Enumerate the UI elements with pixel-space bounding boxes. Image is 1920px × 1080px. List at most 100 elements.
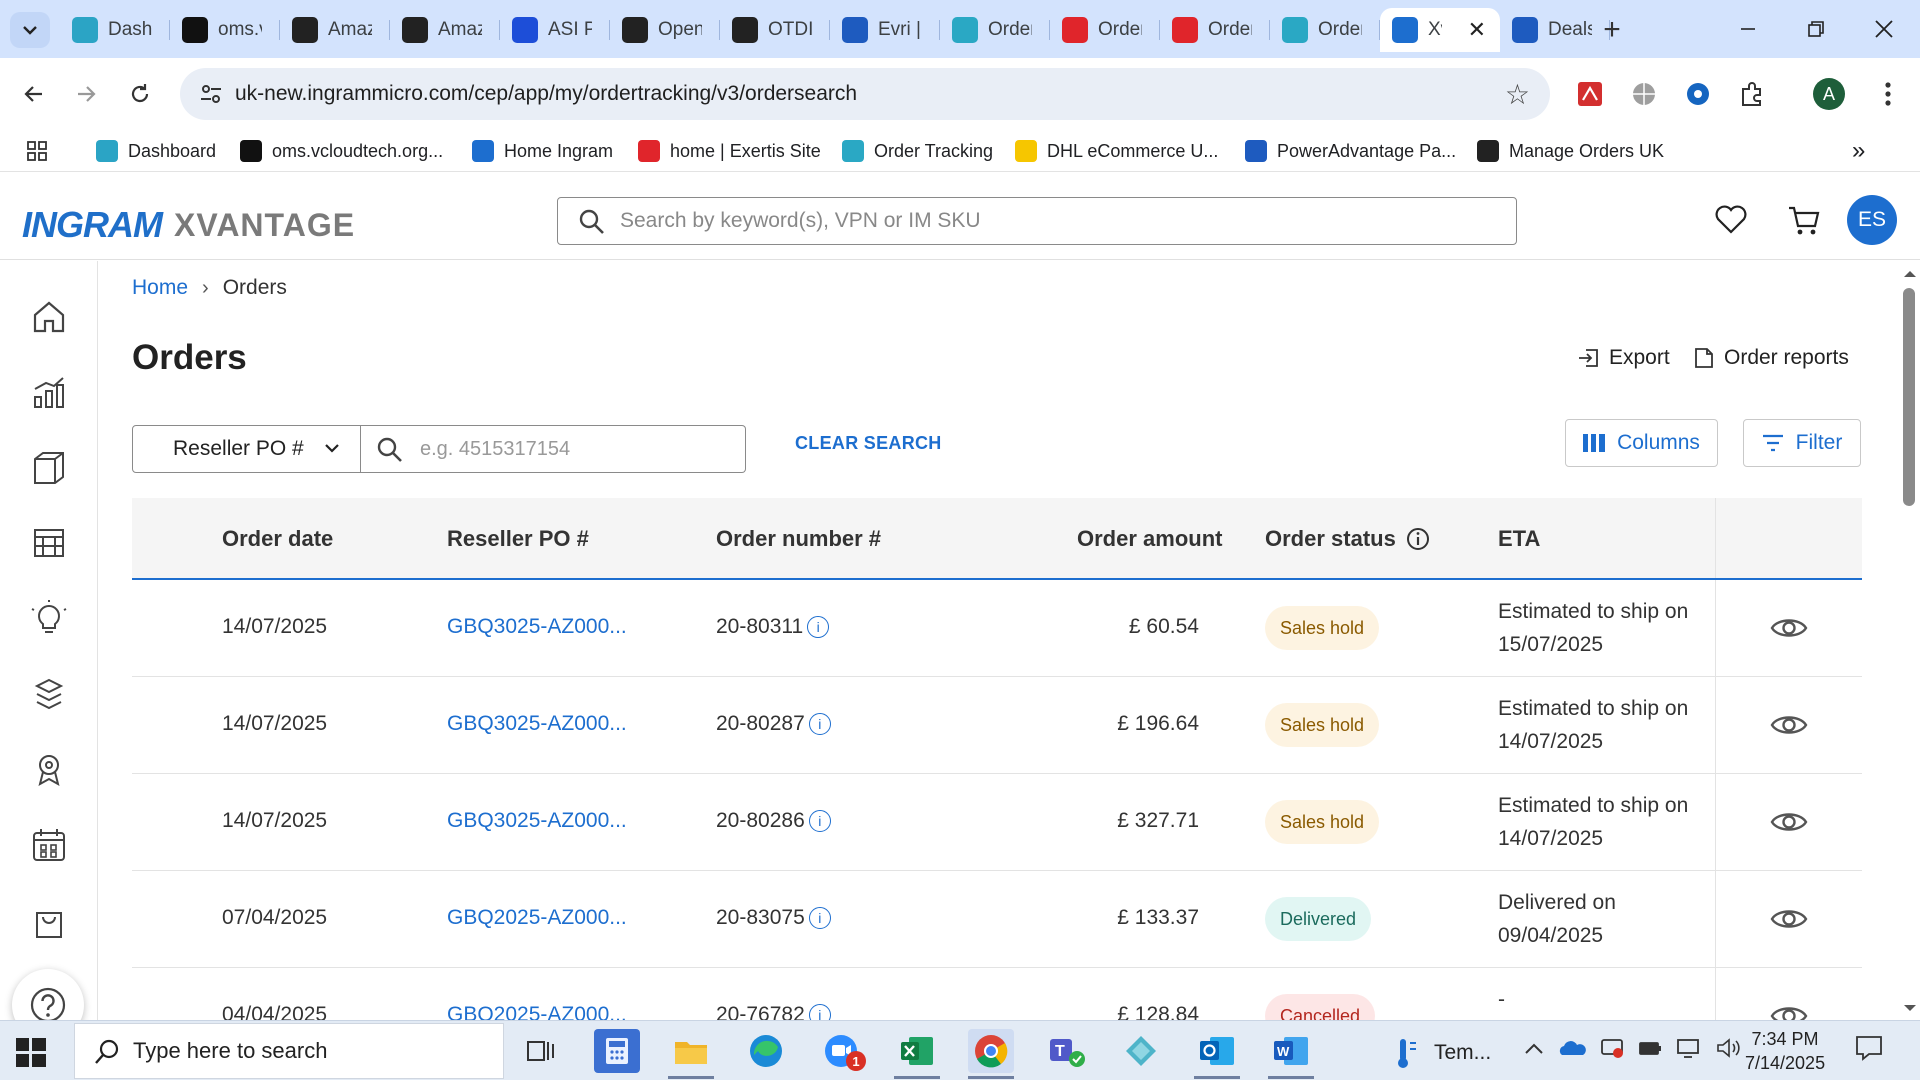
info-icon[interactable]	[1406, 527, 1430, 551]
columns-button[interactable]: Columns	[1565, 419, 1718, 467]
word-app-icon[interactable]: W	[1268, 1029, 1314, 1079]
view-order-eye-icon[interactable]	[1769, 608, 1809, 648]
tab-close-icon[interactable]: ✕	[1468, 17, 1486, 43]
table-row[interactable]: 14/07/2025 GBQ3025-AZ000... 20-80287 i £ 196…	[132, 677, 1862, 774]
analytics-chart-icon[interactable]	[29, 373, 69, 413]
pdf-extension-icon[interactable]	[1572, 76, 1608, 112]
site-info-icon[interactable]	[198, 81, 224, 107]
browser-tab[interactable]: Dashboard	[60, 8, 170, 52]
shopping-bag-icon[interactable]	[29, 901, 69, 941]
order-info-icon[interactable]: i	[808, 810, 831, 832]
taskbar-clock[interactable]: 7:34 PM 7/14/2025	[1745, 1027, 1825, 1075]
forward-button[interactable]	[66, 74, 106, 114]
task-view-icon[interactable]	[518, 1029, 564, 1073]
zoom-app-icon[interactable]: 1	[818, 1029, 866, 1073]
teams-app-icon[interactable]: T	[1044, 1029, 1090, 1073]
restore-button[interactable]	[1786, 0, 1846, 58]
security-icon[interactable]	[1600, 1037, 1624, 1059]
bookmark-item[interactable]: home | Exertis Site	[638, 136, 821, 166]
bookmark-item[interactable]: oms.vcloudtech.org...	[240, 136, 443, 166]
onedrive-cloud-icon[interactable]	[1558, 1039, 1586, 1057]
weather-widget[interactable]: Tem...	[1390, 1037, 1491, 1069]
clear-search-button[interactable]: CLEAR SEARCH	[795, 433, 942, 454]
browser-tab[interactable]: Amazon	[390, 8, 500, 52]
wishlist-heart-icon[interactable]	[1711, 200, 1751, 240]
order-search-input[interactable]	[420, 435, 720, 463]
minimize-button[interactable]	[1718, 0, 1778, 58]
reseller-po-link[interactable]: GBQ3025-AZ000...	[447, 809, 627, 833]
reseller-po-link[interactable]: GBQ3025-AZ000...	[447, 712, 627, 736]
azure-app-icon[interactable]	[1118, 1029, 1164, 1073]
battery-icon[interactable]	[1638, 1039, 1662, 1057]
reload-button[interactable]	[120, 74, 160, 114]
browser-tab[interactable]: Orders	[1050, 8, 1160, 52]
view-order-eye-icon[interactable]	[1769, 705, 1809, 745]
browser-tab[interactable]: oms.vcloudtech	[170, 8, 280, 52]
header-reseller-po[interactable]: Reseller PO #	[447, 526, 589, 552]
header-order-date[interactable]: Order date	[222, 526, 333, 552]
product-search-input[interactable]	[620, 206, 1480, 236]
volume-icon[interactable]	[1716, 1038, 1742, 1058]
reseller-po-link[interactable]: GBQ3025-AZ000...	[447, 615, 627, 639]
vpn-extension-icon[interactable]	[1680, 76, 1716, 112]
home-icon[interactable]	[29, 297, 69, 337]
browser-tab[interactable]: Order Tracking	[940, 8, 1050, 52]
bookmark-item[interactable]: Home Ingram	[472, 136, 613, 166]
breadcrumb-home-link[interactable]: Home	[132, 276, 188, 300]
chrome-app-icon[interactable]	[968, 1029, 1014, 1079]
user-avatar[interactable]: ES	[1847, 195, 1897, 245]
filter-button[interactable]: Filter	[1743, 419, 1861, 467]
insights-lightbulb-icon[interactable]	[29, 598, 69, 638]
header-eta[interactable]: ETA	[1498, 526, 1540, 552]
scroll-down-arrow-icon[interactable]	[1900, 1001, 1920, 1015]
export-button[interactable]: Export	[1577, 346, 1670, 370]
notifications-icon[interactable]	[1855, 1035, 1883, 1061]
table-row[interactable]: 14/07/2025 GBQ3025-AZ000... 20-80286 i £ 327…	[132, 774, 1862, 871]
windows-start-icon[interactable]	[14, 1035, 48, 1069]
store-building-icon[interactable]	[29, 522, 69, 562]
order-info-icon[interactable]: i	[807, 616, 830, 638]
ingram-xvantage-logo[interactable]: INGRAM XVANTAGE	[22, 204, 355, 246]
scroll-up-arrow-icon[interactable]	[1900, 267, 1920, 281]
apps-grid-icon[interactable]	[26, 136, 48, 166]
products-box-icon[interactable]	[29, 447, 69, 487]
address-bar[interactable]: uk-new.ingrammicro.com/cep/app/my/ordert…	[180, 68, 1550, 120]
globe-extension-icon[interactable]	[1626, 76, 1662, 112]
table-row[interactable]: 07/04/2025 GBQ2025-AZ000... 20-83075 i £ 133…	[132, 871, 1862, 968]
view-order-eye-icon[interactable]	[1769, 802, 1809, 842]
profile-avatar[interactable]: A	[1813, 78, 1845, 110]
browser-tab[interactable]: Xvantage ✕	[1380, 8, 1500, 52]
edge-browser-app-icon[interactable]	[743, 1029, 789, 1073]
close-window-button[interactable]	[1854, 0, 1914, 58]
tab-search-button[interactable]	[10, 12, 50, 48]
new-tab-button[interactable]: +	[1592, 10, 1632, 50]
reseller-po-link[interactable]: GBQ2025-AZ000...	[447, 906, 627, 930]
back-button[interactable]	[14, 74, 54, 114]
services-stack-icon[interactable]	[29, 674, 69, 714]
order-info-icon[interactable]: i	[808, 907, 831, 929]
table-row[interactable]: 14/07/2025 GBQ3025-AZ000... 20-80311 i £ 60.…	[132, 580, 1862, 677]
excel-app-icon[interactable]	[894, 1029, 940, 1079]
browser-tab[interactable]: ASI Partner	[500, 8, 610, 52]
bookmark-star-icon[interactable]: ☆	[1505, 78, 1530, 111]
order-reports-button[interactable]: Order reports	[1694, 346, 1849, 370]
header-order-amount[interactable]: Order amount	[1077, 526, 1222, 552]
browser-menu-icon[interactable]	[1870, 76, 1906, 112]
header-order-number[interactable]: Order number #	[716, 526, 881, 552]
file-explorer-app-icon[interactable]	[668, 1029, 714, 1079]
header-order-status[interactable]: Order status	[1265, 526, 1430, 552]
outlook-app-icon[interactable]	[1194, 1029, 1240, 1079]
search-field-select[interactable]: Reseller PO #	[132, 425, 361, 473]
bookmark-item[interactable]: Dashboard	[96, 136, 216, 166]
browser-tab[interactable]: Order Tracking	[1270, 8, 1380, 52]
bookmark-item[interactable]: Manage Orders UK	[1477, 136, 1664, 166]
taskbar-search-box[interactable]: Type here to search	[74, 1023, 504, 1079]
view-order-eye-icon[interactable]	[1769, 899, 1809, 939]
bookmarks-overflow-button[interactable]: »	[1852, 136, 1865, 166]
calendar-icon[interactable]	[29, 825, 69, 865]
browser-tab[interactable]: Orders	[1160, 8, 1270, 52]
chevron-up-icon[interactable]	[1524, 1041, 1544, 1055]
bookmark-item[interactable]: DHL eCommerce U...	[1015, 136, 1218, 166]
bookmark-item[interactable]: Order Tracking	[842, 136, 993, 166]
browser-tab[interactable]: Evri | Track	[830, 8, 940, 52]
